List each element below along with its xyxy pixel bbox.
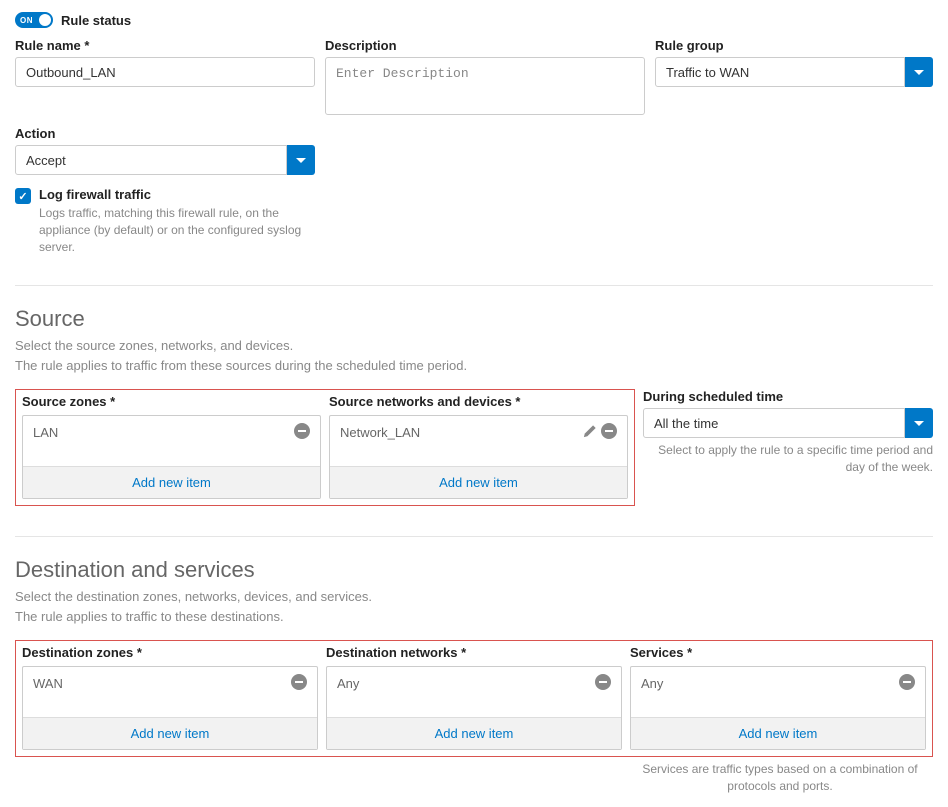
action-select[interactable]: Accept — [15, 145, 315, 175]
rule-group-dropdown-button[interactable] — [905, 57, 933, 87]
services-list: Any Add new item — [630, 666, 926, 750]
log-traffic-label: Log firewall traffic — [39, 187, 933, 202]
action-value: Accept — [15, 145, 287, 175]
rule-status-toggle[interactable]: ON — [15, 12, 53, 28]
services-label: Services * — [630, 645, 926, 660]
schedule-select[interactable]: All the time — [643, 408, 933, 438]
list-item: WAN — [23, 667, 317, 717]
log-traffic-help: Logs traffic, matching this firewall rul… — [39, 205, 319, 255]
description-textarea[interactable] — [325, 57, 645, 115]
source-zones-add[interactable]: Add new item — [23, 466, 320, 498]
source-networks-label: Source networks and devices * — [329, 394, 628, 409]
dest-zones-label: Destination zones * — [22, 645, 318, 660]
rule-group-value: Traffic to WAN — [655, 57, 905, 87]
dest-desc-1: Select the destination zones, networks, … — [15, 587, 933, 607]
edit-icon[interactable] — [583, 424, 597, 438]
list-item: Network_LAN — [330, 416, 627, 466]
remove-icon[interactable] — [601, 423, 617, 439]
check-icon: ✓ — [18, 190, 27, 203]
dest-title: Destination and services — [15, 557, 933, 583]
toggle-knob — [39, 14, 51, 26]
dest-networks-label: Destination networks * — [326, 645, 622, 660]
services-help: Services are traffic types based on a co… — [627, 761, 933, 795]
dest-network-item: Any — [337, 674, 359, 691]
dest-networks-add[interactable]: Add new item — [327, 717, 621, 749]
source-desc-2: The rule applies to traffic from these s… — [15, 356, 933, 376]
remove-icon[interactable] — [291, 674, 307, 690]
remove-icon[interactable] — [294, 423, 310, 439]
minus-icon — [298, 430, 306, 432]
rule-group-label: Rule group — [655, 38, 933, 53]
rule-group-select[interactable]: Traffic to WAN — [655, 57, 933, 87]
schedule-help: Select to apply the rule to a specific t… — [643, 442, 933, 476]
rule-name-input[interactable] — [15, 57, 315, 87]
remove-icon[interactable] — [899, 674, 915, 690]
services-add[interactable]: Add new item — [631, 717, 925, 749]
source-zones-label: Source zones * — [22, 394, 321, 409]
description-label: Description — [325, 38, 645, 53]
action-dropdown-button[interactable] — [287, 145, 315, 175]
source-networks-add[interactable]: Add new item — [330, 466, 627, 498]
divider — [15, 285, 933, 286]
schedule-value: All the time — [643, 408, 905, 438]
rule-status-label: Rule status — [61, 13, 131, 28]
action-label: Action — [15, 126, 315, 141]
log-traffic-checkbox[interactable]: ✓ — [15, 188, 31, 204]
rule-name-label: Rule name * — [15, 38, 315, 53]
source-zone-item: LAN — [33, 423, 58, 440]
list-item: Any — [631, 667, 925, 717]
minus-icon — [903, 681, 911, 683]
source-desc-1: Select the source zones, networks, and d… — [15, 336, 933, 356]
source-title: Source — [15, 306, 933, 332]
chevron-down-icon — [914, 421, 924, 426]
minus-icon — [599, 681, 607, 683]
chevron-down-icon — [296, 158, 306, 163]
remove-icon[interactable] — [595, 674, 611, 690]
list-item: LAN — [23, 416, 320, 466]
schedule-label: During scheduled time — [643, 389, 933, 404]
list-item: Any — [327, 667, 621, 717]
toggle-on-text: ON — [20, 16, 33, 25]
divider — [15, 536, 933, 537]
minus-icon — [605, 430, 613, 432]
dest-zones-list: WAN Add new item — [22, 666, 318, 750]
dest-desc-2: The rule applies to traffic to these des… — [15, 607, 933, 627]
dest-zones-add[interactable]: Add new item — [23, 717, 317, 749]
dest-networks-list: Any Add new item — [326, 666, 622, 750]
source-network-item: Network_LAN — [340, 423, 420, 440]
minus-icon — [295, 681, 303, 683]
source-zones-list: LAN Add new item — [22, 415, 321, 499]
service-item: Any — [641, 674, 663, 691]
schedule-dropdown-button[interactable] — [905, 408, 933, 438]
chevron-down-icon — [914, 70, 924, 75]
source-networks-list: Network_LAN Add new item — [329, 415, 628, 499]
dest-zone-item: WAN — [33, 674, 63, 691]
